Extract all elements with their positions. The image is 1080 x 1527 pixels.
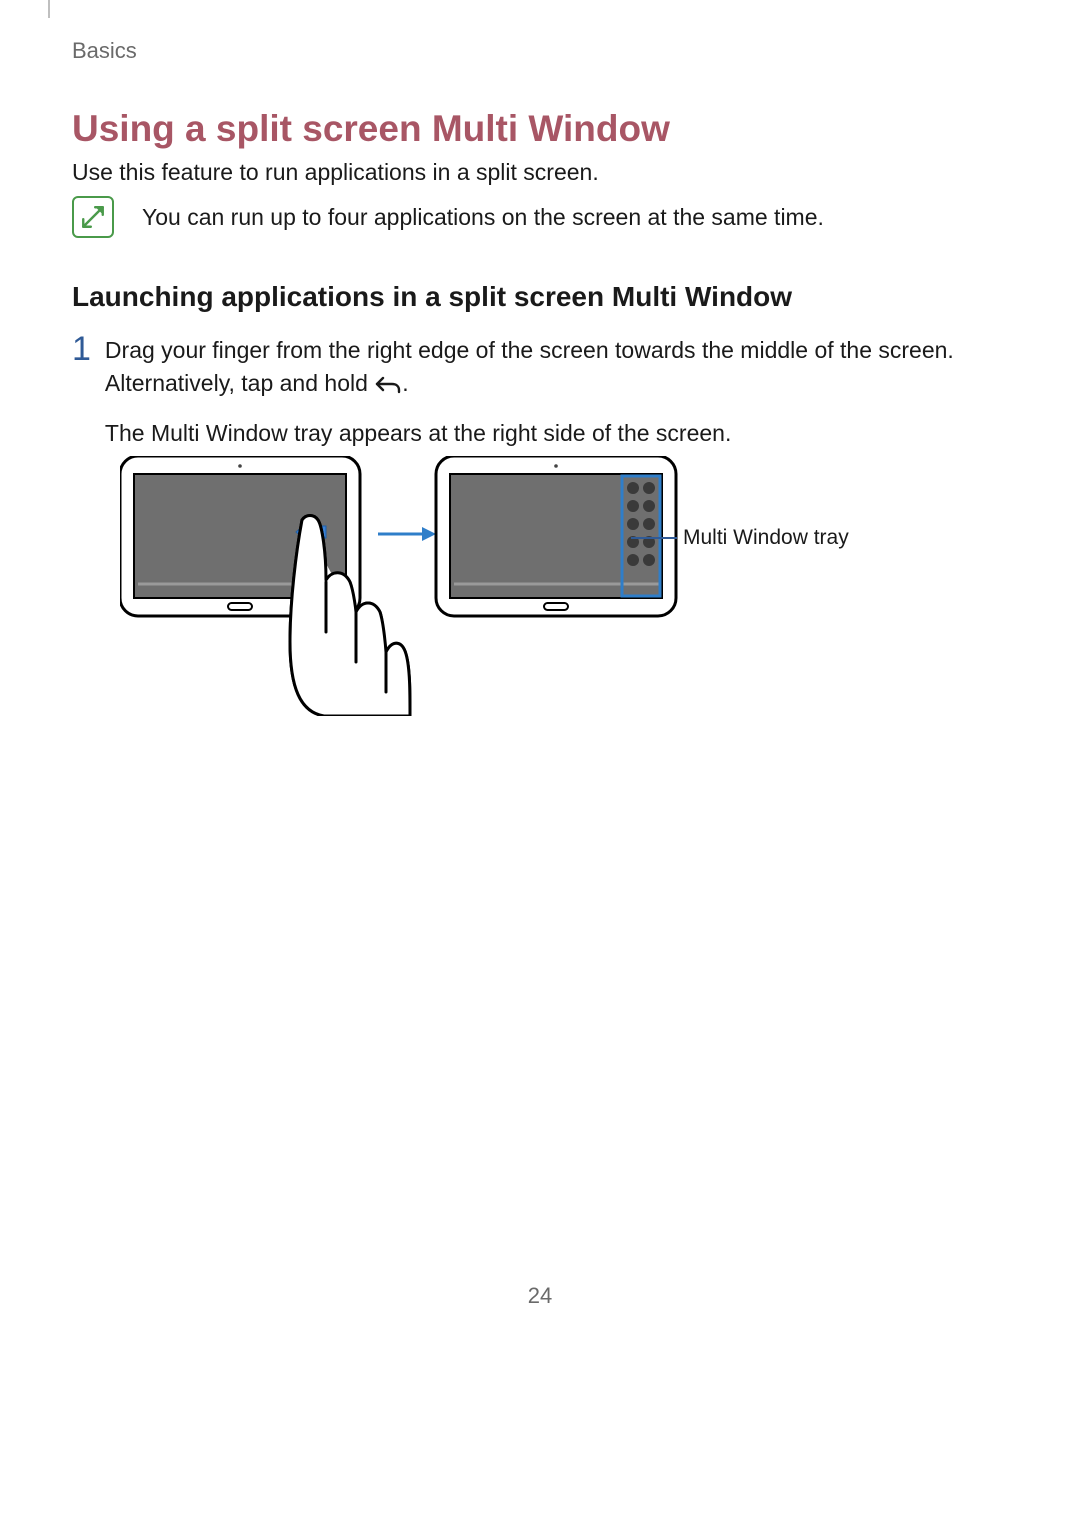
step-line-2: The Multi Window tray appears at the rig… [105,417,985,450]
sub-heading: Launching applications in a split screen… [72,281,792,313]
step-number: 1 [72,332,91,366]
page-number: 24 [0,1283,1080,1309]
header-divider [48,0,50,18]
step-line-1b: . [402,370,408,396]
step-1: 1 Drag your finger from the right edge o… [72,334,985,468]
multi-window-figure [120,456,1000,716]
step-line-1a: Drag your finger from the right edge of … [105,337,954,396]
callout-line [631,537,677,539]
intro-text: Use this feature to run applications in … [72,159,599,186]
back-icon [374,372,402,394]
note-pen-icon [72,196,114,238]
breadcrumb: Basics [72,38,137,64]
callout-label: Multi Window tray [683,526,849,550]
note-text: You can run up to four applications on t… [142,204,824,231]
note-row: You can run up to four applications on t… [72,196,824,238]
page-heading: Using a split screen Multi Window [72,108,670,150]
step-body: Drag your finger from the right edge of … [105,334,985,468]
